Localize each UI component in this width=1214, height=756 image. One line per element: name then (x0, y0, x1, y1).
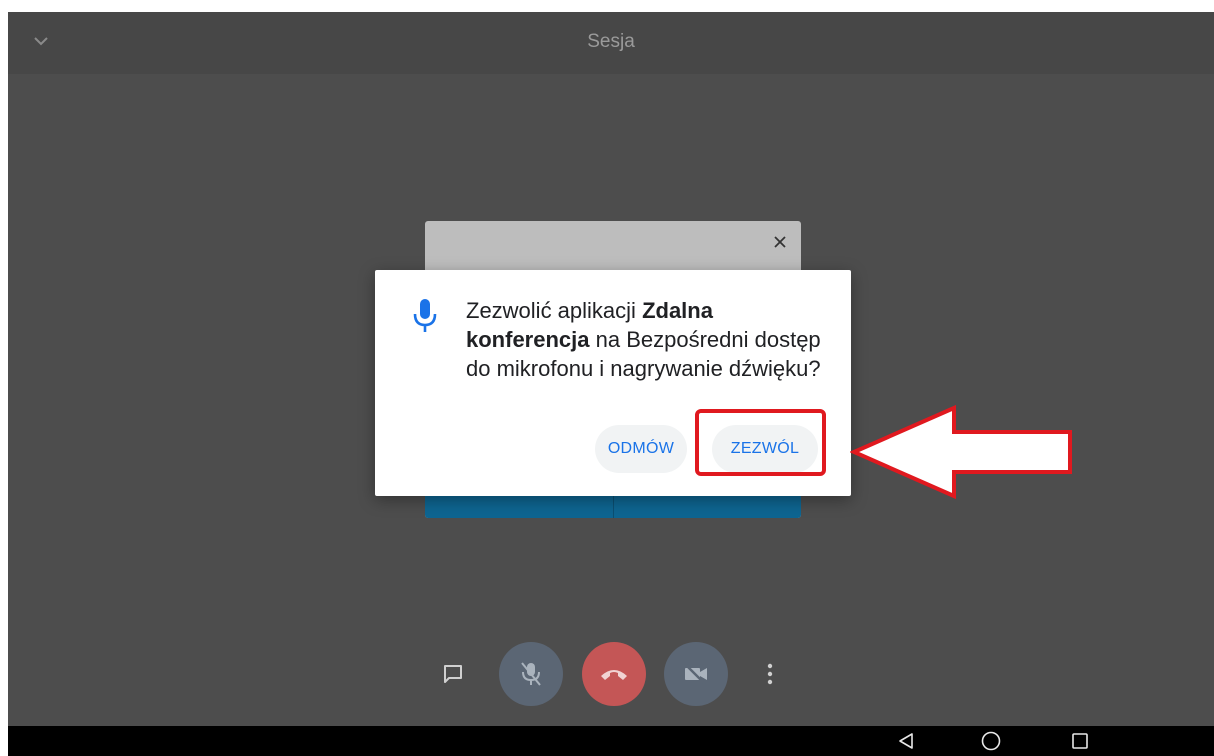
deny-button[interactable]: ODMÓW (595, 425, 687, 473)
microphone-off-icon (521, 662, 541, 686)
call-controls (8, 642, 1214, 716)
hang-up-button[interactable] (582, 642, 646, 706)
close-icon[interactable] (773, 235, 787, 249)
highlight-box (695, 409, 826, 476)
chat-icon[interactable] (442, 663, 464, 685)
app-screen: Sesja Zezwolić aplikacji Zdalna konferen… (8, 12, 1214, 756)
permission-message: Zezwolić aplikacji Zdalna konferencja na… (466, 296, 826, 383)
session-title: Sesja (587, 31, 635, 52)
home-icon[interactable] (980, 730, 1002, 752)
permission-dialog: Zezwolić aplikacji Zdalna konferencja na… (375, 270, 851, 496)
camera-off-icon (684, 663, 707, 685)
arrow-annotation-icon (850, 404, 1072, 500)
hang-up-icon (601, 670, 627, 680)
recent-apps-icon[interactable] (1070, 731, 1090, 751)
top-bar: Sesja (8, 12, 1214, 74)
back-icon[interactable] (896, 731, 916, 751)
permission-text-before: Zezwolić aplikacji (466, 298, 643, 323)
microphone-icon (413, 299, 437, 332)
camera-toggle-button[interactable] (664, 642, 728, 706)
android-nav-bar (8, 726, 1214, 756)
mute-microphone-button[interactable] (499, 642, 563, 706)
more-vertical-icon[interactable] (767, 662, 773, 686)
